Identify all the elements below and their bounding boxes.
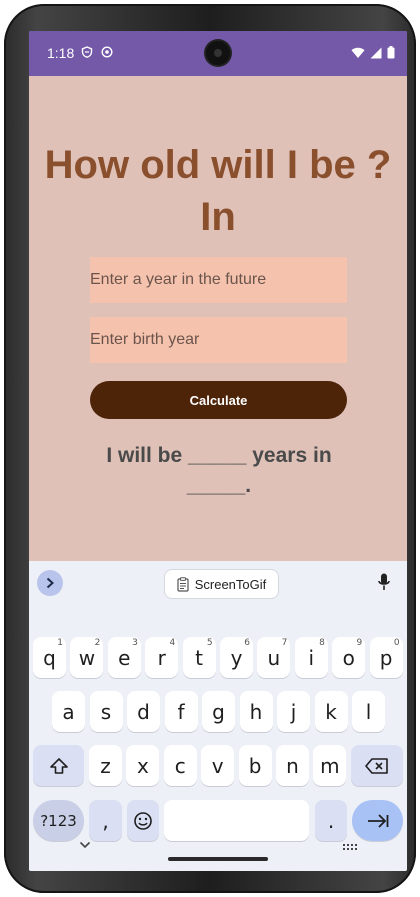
key-label: p: [379, 645, 393, 670]
key-label: w: [78, 645, 96, 670]
key-f[interactable]: f: [164, 691, 198, 732]
status-time: 1:18: [47, 45, 75, 61]
key-hint: 0: [393, 638, 400, 648]
key-hint: 3: [132, 638, 138, 648]
key-label: q: [43, 645, 56, 670]
key-i[interactable]: i8: [294, 637, 328, 678]
keyboard-switch-icon[interactable]: [342, 843, 358, 853]
key-z[interactable]: z: [89, 745, 122, 786]
key-e[interactable]: e3: [107, 637, 141, 678]
period-key[interactable]: .: [315, 800, 347, 841]
key-o[interactable]: o9: [332, 637, 366, 678]
backspace-icon: [365, 757, 388, 774]
clipboard-label: ScreenToGif: [194, 576, 267, 592]
key-w[interactable]: w2: [70, 637, 104, 678]
key-r[interactable]: r4: [145, 637, 179, 678]
key-d[interactable]: d: [127, 691, 160, 732]
chevron-down-icon[interactable]: [79, 841, 91, 849]
key-u[interactable]: u7: [257, 637, 291, 678]
home-gesture-bar[interactable]: [168, 857, 268, 861]
key-b[interactable]: b: [238, 745, 272, 786]
key-hint: 5: [206, 638, 213, 648]
key-label: y: [230, 645, 243, 670]
key-m[interactable]: m: [313, 745, 347, 786]
key-j[interactable]: j: [277, 691, 310, 732]
battery-icon: [387, 46, 395, 59]
screen: 1:18 How old will I be ? In Enter a year…: [29, 31, 407, 871]
birth-year-input[interactable]: [90, 317, 347, 363]
key-n[interactable]: n: [276, 745, 309, 786]
key-label: o: [342, 645, 355, 670]
phone-frame: 1:18 How old will I be ? In Enter a year…: [4, 4, 416, 893]
key-q[interactable]: q1: [33, 637, 66, 678]
key-k[interactable]: k: [314, 691, 348, 732]
key-hint: 1: [57, 638, 63, 648]
key-x[interactable]: x: [126, 745, 160, 786]
space-key[interactable]: [164, 800, 309, 841]
soft-keyboard: ScreenToGif ?123 , . q 1 w 2 e 3 r 4 t 5…: [29, 561, 407, 871]
signal-icon: [370, 47, 382, 58]
next-key[interactable]: [352, 800, 403, 841]
key-hint: 8: [319, 638, 325, 648]
clipboard-suggestion[interactable]: ScreenToGif: [164, 569, 279, 599]
key-hint: 2: [94, 638, 101, 648]
key-a[interactable]: a: [52, 691, 85, 732]
key-label: u: [267, 645, 281, 670]
key-hint: 4: [169, 638, 176, 648]
emoji-key[interactable]: [127, 800, 159, 841]
key-h[interactable]: h: [239, 691, 273, 732]
front-camera: [206, 41, 230, 65]
status-bar: 1:18: [29, 31, 407, 76]
expand-toolbar-button[interactable]: [37, 570, 63, 596]
future-year-input[interactable]: [90, 257, 347, 303]
symbols-key[interactable]: ?123: [33, 800, 84, 841]
key-g[interactable]: g: [202, 691, 235, 732]
notification-icon: [101, 46, 113, 58]
key-t[interactable]: t5: [182, 637, 216, 678]
key-l[interactable]: l: [352, 691, 385, 732]
key-p[interactable]: p0: [369, 637, 403, 678]
wifi-icon: [351, 47, 365, 58]
key-c[interactable]: c: [163, 745, 197, 786]
key-y[interactable]: y6: [220, 637, 253, 678]
backspace-key[interactable]: [351, 745, 403, 786]
shield-icon: [81, 46, 93, 58]
microphone-icon[interactable]: [378, 573, 390, 591]
key-hint: 6: [244, 638, 250, 648]
arrow-right-icon: [367, 813, 388, 828]
key-s[interactable]: s: [89, 691, 123, 732]
clipboard-icon: [177, 576, 189, 592]
shift-key[interactable]: [33, 745, 84, 786]
key-hint: 9: [356, 638, 363, 648]
key-v[interactable]: v: [201, 745, 235, 786]
status-indicators: [351, 46, 395, 59]
emoji-icon: [134, 811, 152, 830]
calculate-button[interactable]: Calculate: [90, 381, 347, 419]
key-label: r: [157, 645, 166, 670]
comma-key[interactable]: ,: [89, 800, 122, 841]
key-hint: 7: [281, 638, 288, 648]
chevron-right-icon: [46, 577, 54, 589]
key-label: e: [118, 645, 131, 670]
shift-icon: [49, 757, 68, 774]
key-label: i: [308, 645, 315, 670]
page-title: How old will I be ? In: [44, 143, 392, 239]
key-label: t: [195, 645, 204, 670]
result-text: I will be _____ years in _____.: [106, 444, 332, 497]
